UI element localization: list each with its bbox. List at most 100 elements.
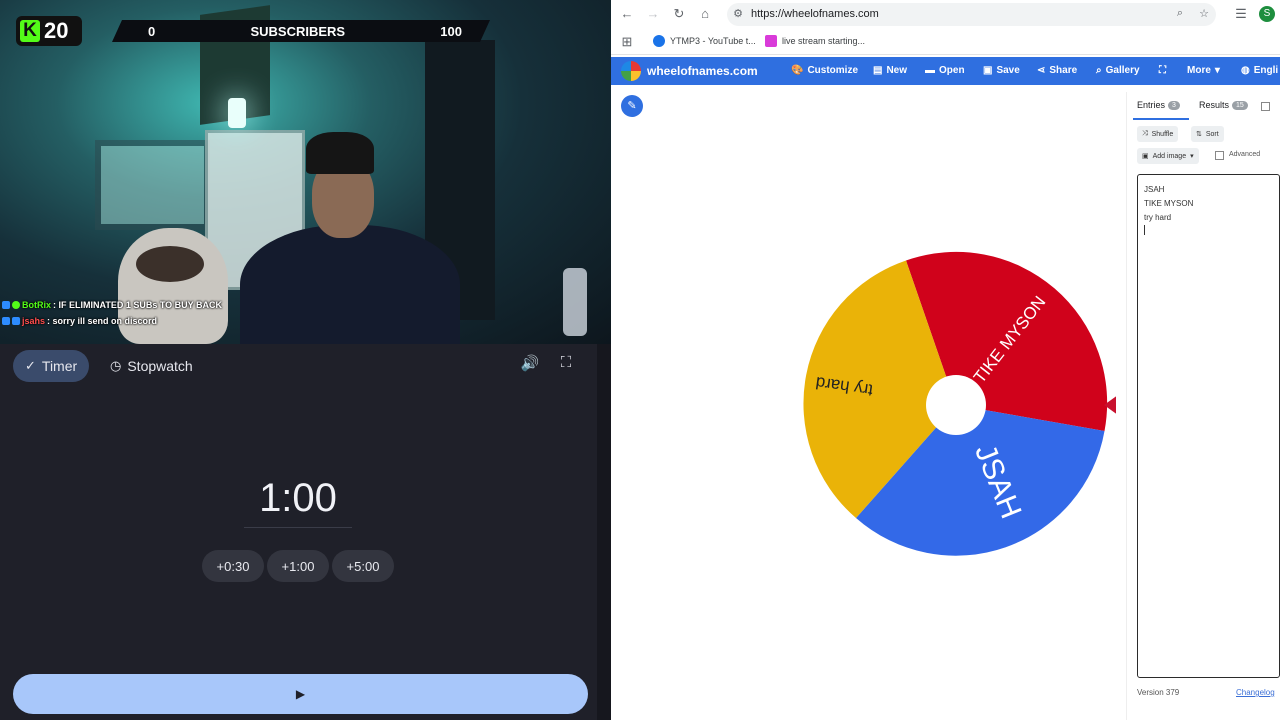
tab-timer[interactable]: ✓ Timer [13, 350, 90, 382]
chat-text: : IF ELIMINATED 1 SUBs TO BUY BACK [53, 300, 223, 310]
bookmark-label: YTMP3 - YouTube t... [670, 36, 756, 46]
play-button[interactable]: ▶ [13, 674, 588, 714]
home-icon[interactable]: ⌂ [697, 6, 713, 22]
volume-icon[interactable]: 🔊 [518, 354, 542, 376]
chat-message: jsahs : sorry ill send on discord [2, 313, 222, 329]
bookmark-live-stream[interactable]: live stream starting... [765, 35, 865, 47]
tab-entries[interactable]: Entries 3 [1137, 100, 1180, 110]
menu-open[interactable]: ▬ Open [925, 65, 965, 76]
webcam-feed: K 20 0 SUBSCRIBERS 100 BotRix : IF ELIMI… [0, 0, 611, 344]
palette-icon: 🎨 [791, 65, 804, 76]
menu-customize[interactable]: 🎨 Customize [791, 65, 858, 76]
image-icon: ▣ [1142, 153, 1149, 160]
menu-save[interactable]: ▣ Save [983, 65, 1020, 76]
sub-badge-icon [12, 317, 20, 325]
streamer-body [240, 225, 460, 344]
advanced-label: Advanced [1229, 151, 1261, 158]
room-window [95, 140, 210, 230]
reload-icon[interactable]: ↻ [671, 6, 687, 22]
play-icon: ▶ [295, 687, 306, 701]
file-icon: ▤ [873, 65, 883, 76]
bookmark-star-icon[interactable]: ☆ [1197, 7, 1211, 20]
site-logo-icon[interactable] [621, 61, 641, 81]
add-30s-button[interactable]: +0:30 [202, 550, 264, 582]
bookmark-ytmp3[interactable]: YTMP3 - YouTube t... [653, 35, 756, 47]
shuffle-label: Shuffle [1151, 130, 1174, 138]
clock-icon: ◷ [110, 358, 122, 373]
entry-line: JSAH [1144, 185, 1165, 194]
chevron-down-icon: ▾ [1190, 153, 1194, 160]
text-caret [1144, 225, 1145, 235]
fullscreen-icon: ⛶ [1159, 65, 1166, 76]
zoom-icon[interactable]: ⌕ [1173, 7, 1187, 20]
add-image-label: Add image [1152, 152, 1187, 160]
pencil-icon: ✎ [627, 100, 637, 112]
site-navbar: wheelofnames.com 🎨 Customize ▤ New ▬ Open ▣… [611, 57, 1280, 85]
sort-button[interactable]: ⇅ Sort [1191, 126, 1224, 142]
ytmp3-icon [653, 35, 665, 47]
site-info-icon[interactable]: ⚙ [731, 7, 745, 20]
menu-new[interactable]: ▤ New [873, 65, 907, 76]
lamp [228, 98, 246, 128]
tab-stopwatch[interactable]: ◷ Stopwatch [98, 350, 205, 382]
menu-label: Customize [807, 65, 859, 76]
timer-scrollbar[interactable] [597, 344, 611, 720]
sloth-face [136, 246, 204, 282]
name-wheel[interactable]: TIKE MYSON JSAH try hard [796, 245, 1116, 565]
wheel-center[interactable] [926, 375, 986, 435]
edit-wheel-button[interactable]: ✎ [621, 95, 643, 117]
extensions-icon[interactable]: ☰ [1233, 6, 1249, 22]
menu-label: Save [996, 65, 1020, 76]
apps-grid-icon[interactable]: ⊞ [619, 34, 635, 50]
streamer-cap [306, 132, 374, 174]
menu-label: New [886, 65, 908, 76]
entries-sidebar: Entries 3 Results 15 ⤨ Shuffle ⇅ Sort ▣ … [1126, 92, 1280, 720]
kick-logo-icon: K [20, 20, 40, 42]
back-icon[interactable]: ← [619, 6, 635, 22]
menu-label: Share [1049, 65, 1078, 76]
timer-panel: ✓ Timer ◷ Stopwatch 🔊 ⛶ 1:00 +0:30 +1:00… [0, 344, 611, 720]
forward-icon[interactable]: → [645, 6, 661, 22]
timer-display[interactable]: 1:00 [244, 476, 352, 528]
menu-label: Open [939, 65, 965, 76]
hide-checkbox[interactable] [1261, 102, 1270, 111]
results-count-badge: 15 [1232, 100, 1248, 110]
kick-count: 20 [44, 18, 69, 43]
add-1m-button[interactable]: +1:00 [267, 550, 329, 582]
sort-icon: ⇅ [1196, 131, 1202, 138]
chat-badge-icon [2, 317, 10, 325]
globe-icon: ◍ [1241, 65, 1250, 76]
menu-label: Gallery [1105, 65, 1140, 76]
add-image-button[interactable]: ▣ Add image ▾ [1137, 148, 1199, 164]
sort-label: Sort [1205, 130, 1219, 138]
menu-share[interactable]: ⋖ Share [1037, 65, 1077, 76]
sub-goal-label: SUBSCRIBERS [250, 23, 346, 39]
active-tab-indicator [1133, 118, 1189, 120]
menu-more[interactable]: More ▾ [1187, 65, 1220, 76]
share-icon: ⋖ [1037, 65, 1046, 76]
address-bar-row: ← → ↻ ⌂ ⚙ https://wheelofnames.com ⌕ ☆ ☰… [611, 0, 1280, 29]
menu-language[interactable]: ◍ Engli [1241, 65, 1278, 76]
subscriber-goal-bar: 0 SUBSCRIBERS 100 [112, 20, 490, 42]
menu-gallery[interactable]: ⌕ Gallery [1096, 65, 1140, 76]
chat-overlay: BotRix : IF ELIMINATED 1 SUBs TO BUY BAC… [2, 297, 222, 329]
tab-results[interactable]: Results 15 [1199, 100, 1248, 110]
fullscreen-icon[interactable]: ⛶ [554, 354, 578, 376]
chevron-down-icon: ▾ [1214, 65, 1220, 76]
tab-results-label: Results [1199, 100, 1230, 110]
add-5m-button[interactable]: +5:00 [332, 550, 394, 582]
save-icon: ▣ [983, 65, 993, 76]
tab-stopwatch-label: Stopwatch [127, 358, 193, 374]
shuffle-button[interactable]: ⤨ Shuffle [1137, 126, 1179, 142]
entries-textarea[interactable]: JSAH TIKE MYSON try hard [1137, 174, 1280, 678]
advanced-checkbox[interactable] [1215, 151, 1224, 160]
changelog-link[interactable]: Changelog [1236, 688, 1275, 697]
chat-username: jsahs [22, 316, 46, 326]
url-field[interactable]: ⚙ https://wheelofnames.com ⌕ ☆ [727, 3, 1216, 26]
fullscreen-toggle[interactable]: ⛶ [1159, 65, 1166, 76]
profile-avatar[interactable]: S [1259, 6, 1275, 22]
site-name[interactable]: wheelofnames.com [647, 64, 758, 78]
chat-message: BotRix : IF ELIMINATED 1 SUBs TO BUY BAC… [2, 297, 222, 313]
entry-line: try hard [1144, 213, 1172, 222]
bookmark-label: live stream starting... [782, 36, 866, 46]
